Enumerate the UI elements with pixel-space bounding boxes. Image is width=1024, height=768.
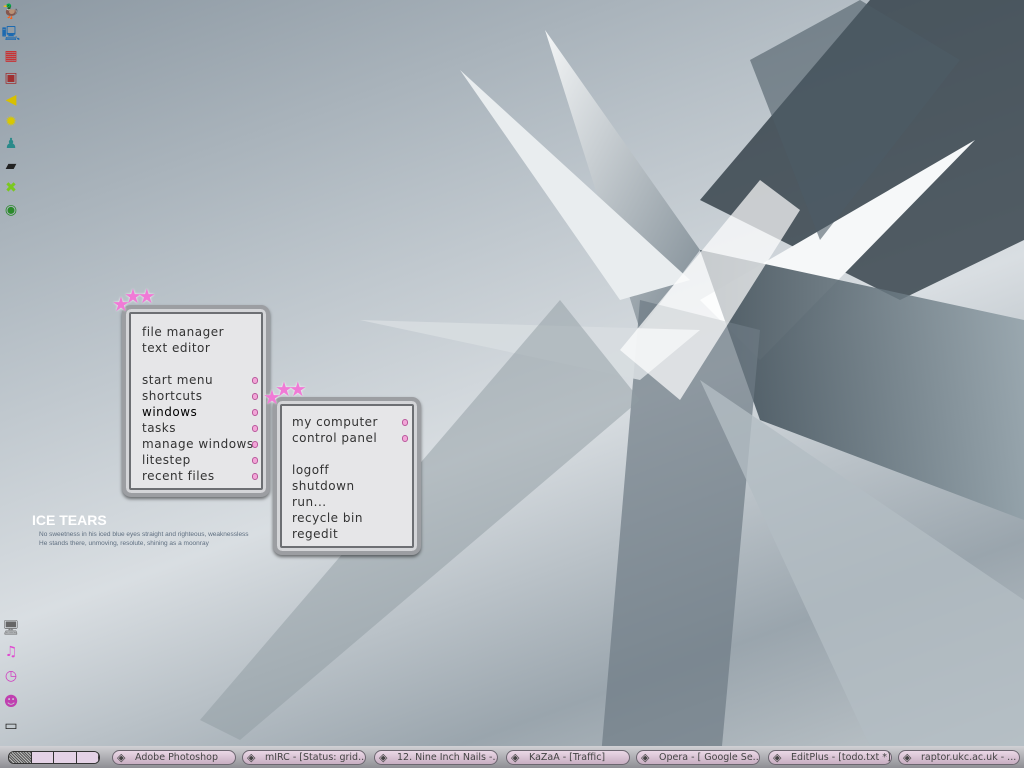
submenu-arrow-icon <box>252 457 258 464</box>
theme-tagline: No sweetness in his iced blue eyes strai… <box>39 531 249 538</box>
clock-icon[interactable]: ◷ <box>2 667 20 685</box>
sun-flower-icon[interactable]: ✹ <box>2 113 20 131</box>
menu-item[interactable]: control panel <box>292 431 377 445</box>
taskbar-button[interactable]: ◈ Adobe Photoshop <box>112 750 236 765</box>
menu-item[interactable]: regedit <box>292 527 338 541</box>
menu-item[interactable]: file manager <box>142 325 224 339</box>
stars-decoration-icon: ★★★ <box>263 377 307 409</box>
menu-item[interactable]: litestep <box>142 453 191 467</box>
taskbar-button[interactable]: ◈ Opera - [ Google Se... <box>636 750 760 765</box>
taskbar-button-label: Adobe Photoshop <box>135 752 218 763</box>
network-computer-icon[interactable]: 🖳 <box>2 25 21 43</box>
music-note-icon[interactable]: ♫ <box>2 643 20 661</box>
menu-item[interactable]: run... <box>292 495 327 509</box>
taskbar-button-label: EditPlus - [todo.txt *] <box>791 752 891 763</box>
stars-decoration-icon: ★★★ <box>112 284 156 316</box>
taskbar-button[interactable]: ◈ raptor.ukc.ac.uk - ... <box>898 750 1020 765</box>
taskbar-button-label: KaZaA - [Traffic] <box>529 752 606 763</box>
opera-icon: ◈ <box>641 751 650 764</box>
paint-icon[interactable]: ▣ <box>2 69 20 87</box>
submenu-arrow-icon <box>252 377 258 384</box>
kazaa-icon[interactable]: ✖ <box>2 179 20 197</box>
pager-desktop[interactable] <box>76 752 99 763</box>
menu-item[interactable]: logoff <box>292 463 329 477</box>
menu-item[interactable]: windows <box>142 405 197 419</box>
taskbar-button-label: mIRC - [Status: grid... <box>265 752 366 763</box>
pager-desktop[interactable] <box>31 752 54 763</box>
pager-desktop[interactable] <box>54 752 77 763</box>
menu-item[interactable]: shortcuts <box>142 389 203 403</box>
submenu-arrow-icon <box>252 409 258 416</box>
volume-icon[interactable]: ◀ <box>2 91 20 109</box>
taskbar-button[interactable]: ◈ 12. Nine Inch Nails -... <box>374 750 498 765</box>
photoshop-icon: ◈ <box>117 751 126 764</box>
menu-item[interactable]: my computer <box>292 415 378 429</box>
taskbar-button-label: raptor.ukc.ac.uk - ... <box>921 752 1017 763</box>
winamp-icon: ◈ <box>379 751 388 764</box>
taskbar-button[interactable]: ◈ EditPlus - [todo.txt *] <box>768 750 892 765</box>
desktop-pager[interactable] <box>8 751 100 764</box>
menu-item[interactable]: shutdown <box>292 479 355 493</box>
theme-title: ICE TEARS <box>32 512 107 528</box>
taskbar-button[interactable]: ◈ mIRC - [Status: grid... <box>242 750 366 765</box>
submenu-arrow-icon <box>402 419 408 426</box>
control-panel-icon[interactable]: ▦ <box>2 47 20 65</box>
submenu-arrow-icon <box>252 425 258 432</box>
tamagotchi-icon[interactable]: ☻ <box>2 693 20 711</box>
menu-item[interactable]: manage windows <box>142 437 254 451</box>
browser-globe-icon[interactable]: ◉ <box>2 201 20 219</box>
computer-icon[interactable]: 🖥 <box>2 619 20 637</box>
taskbar: ◈ Adobe Photoshop ◈ mIRC - [Status: grid...… <box>0 746 1024 768</box>
pager-desktop[interactable] <box>9 752 32 763</box>
memory-chip-icon[interactable]: ▰ <box>2 157 20 175</box>
menu-item[interactable]: recycle bin <box>292 511 363 525</box>
menu-item[interactable]: start menu <box>142 373 213 387</box>
submenu-arrow-icon <box>252 473 258 480</box>
taskbar-button-label: 12. Nine Inch Nails -... <box>397 752 498 763</box>
user-icon[interactable]: ♟ <box>2 135 20 153</box>
submenu-arrow-icon <box>252 393 258 400</box>
menu-item[interactable]: text editor <box>142 341 210 355</box>
terminal-icon[interactable]: ▭ <box>2 717 20 735</box>
theme-tagline: He stands there, unmoving, resolute, shi… <box>39 540 209 547</box>
taskbar-button-label: Opera - [ Google Se... <box>659 752 760 763</box>
menu-item[interactable]: tasks <box>142 421 176 435</box>
rubber-duck-icon[interactable]: 🦆 <box>2 3 20 21</box>
submenu-arrow-icon <box>252 441 258 448</box>
kazaa-icon: ◈ <box>511 751 520 764</box>
mirc-icon: ◈ <box>247 751 256 764</box>
terminal-icon: ◈ <box>903 751 912 764</box>
editplus-icon: ◈ <box>773 751 782 764</box>
menu-item[interactable]: recent files <box>142 469 215 483</box>
submenu-arrow-icon <box>402 435 408 442</box>
taskbar-button[interactable]: ◈ KaZaA - [Traffic] <box>506 750 630 765</box>
